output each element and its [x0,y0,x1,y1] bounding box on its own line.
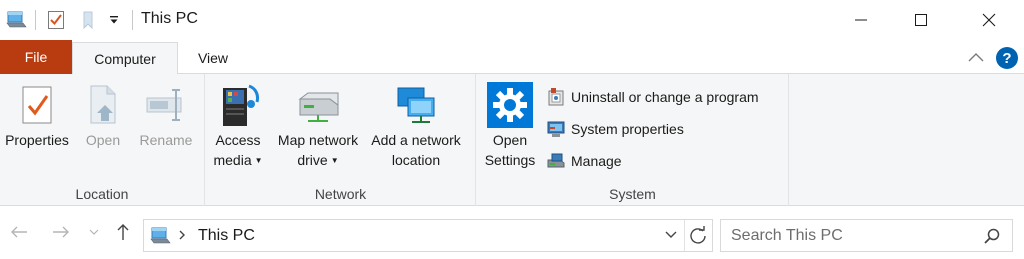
up-button[interactable] [110,219,136,245]
help-icon: ? [996,47,1018,69]
media-server-icon [214,80,262,130]
rename-icon [142,80,190,130]
properties-label: Properties [5,132,69,148]
arrow-right-icon [53,226,69,238]
this-pc-icon [150,226,172,249]
refresh-button[interactable] [688,226,708,249]
access-media-label-2: media ▼ [213,152,263,168]
close-icon [982,13,996,27]
arrow-left-icon [11,226,27,238]
network-location-icon [392,80,440,130]
uninstall-program-button[interactable]: Uninstall or change a program [545,84,759,110]
ribbon-collapse-button[interactable] [966,46,986,70]
refresh-icon [690,226,706,244]
title-separator [132,10,133,30]
maximize-button[interactable] [898,0,944,40]
open-label: Open [85,132,121,148]
close-button[interactable] [966,0,1012,40]
uninstall-program-label: Uninstall or change a program [571,89,759,105]
quick-access-separator [35,10,36,30]
address-dropdown-button[interactable] [664,229,678,244]
arrow-up-icon [117,224,129,240]
group-network: Access media ▼ Map network drive ▼ Add a… [206,74,476,206]
tab-file[interactable]: File [0,40,72,74]
open-settings-label-1: Open [492,132,528,148]
tab-view[interactable]: View [180,42,246,74]
settings-gear-icon [486,80,534,130]
customize-dropdown-icon[interactable] [104,0,124,40]
caret-down-icon: ▼ [254,156,263,166]
chevron-up-icon [968,53,984,62]
search-icon[interactable] [983,227,1001,248]
add-network-location-button[interactable]: Add a network location [366,80,466,170]
new-folder-icon[interactable] [76,0,100,40]
manage-label: Manage [571,153,622,169]
ribbon-tabs: File Computer View [0,40,1024,75]
system-properties-button[interactable]: System properties [545,116,684,142]
add-network-location-label-2: location [391,152,441,168]
open-button[interactable]: Open [78,80,128,150]
title-bar: This PC [0,0,1024,40]
computer-management-icon [545,150,567,172]
properties-check-icon[interactable] [44,0,68,40]
add-network-location-label-1: Add a network [371,132,461,148]
caret-down-icon: ▼ [330,156,339,166]
breadcrumb-this-pc[interactable]: This PC [198,227,255,245]
open-settings-label-2: Settings [484,152,536,168]
chevron-down-icon [665,231,677,238]
search-input[interactable] [731,226,971,246]
rename-button[interactable]: Rename [134,80,198,150]
this-pc-icon[interactable] [4,0,30,40]
tab-computer[interactable]: Computer [72,42,178,75]
properties-button[interactable]: Properties [2,80,72,150]
map-network-drive-label-2: drive ▼ [297,152,339,168]
maximize-icon [915,14,927,26]
rename-label: Rename [139,132,193,148]
map-network-drive-label-1: Map network [277,132,359,148]
address-bar[interactable]: This PC [143,219,713,252]
group-label-network: Network [314,186,367,202]
ribbon-panel: Properties Open Rename Location Access m… [0,74,1024,206]
map-network-drive-button[interactable]: Map network drive ▼ [270,80,366,171]
window-title: This PC [141,10,198,27]
system-properties-label: System properties [571,121,684,137]
system-properties-icon [545,118,567,140]
forward-button[interactable] [48,219,74,245]
chevron-down-icon [89,229,99,235]
search-box[interactable] [720,219,1013,252]
network-drive-icon [294,80,342,130]
back-button[interactable] [6,219,32,245]
minimize-icon [855,19,867,21]
address-divider [684,220,685,251]
recent-locations-button[interactable] [84,219,104,245]
properties-icon [13,80,61,130]
access-media-button[interactable]: Access media ▼ [210,80,266,171]
access-media-label-1: Access [215,132,261,148]
group-location: Properties Open Rename Location [0,74,205,206]
group-system: Open Settings Uninstall or change a prog… [477,74,789,206]
manage-button[interactable]: Manage [545,148,622,174]
group-label-location: Location [75,186,129,202]
group-label-system: System [609,186,656,202]
programs-icon [545,86,567,108]
navigation-bar: This PC [0,206,1024,259]
breadcrumb-chevron-icon[interactable] [177,229,187,244]
open-settings-button[interactable]: Open Settings [481,80,539,170]
help-button[interactable]: ? [996,46,1018,70]
open-icon [79,80,127,130]
minimize-button[interactable] [838,0,884,40]
